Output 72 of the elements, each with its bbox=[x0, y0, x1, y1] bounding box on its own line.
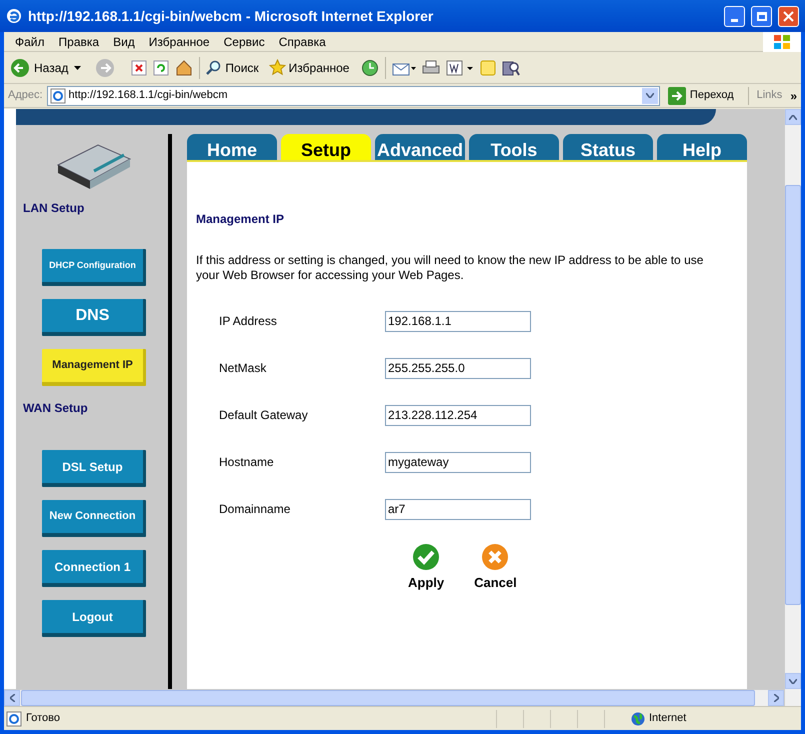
nav-tab[interactable]: Home bbox=[187, 134, 277, 160]
stop-icon[interactable] bbox=[131, 60, 148, 76]
menu-item[interactable]: Файл bbox=[8, 32, 52, 50]
star-icon bbox=[268, 59, 286, 76]
nav-button[interactable]: DNS bbox=[42, 299, 146, 336]
vertical-scrollbar-thumb[interactable] bbox=[785, 185, 801, 605]
research-icon[interactable] bbox=[502, 58, 520, 76]
text-field[interactable]: 255.255.255.0 bbox=[385, 358, 531, 378]
nav-button[interactable]: DHCP Configuration bbox=[42, 249, 146, 286]
history-icon[interactable] bbox=[361, 58, 380, 76]
check-icon bbox=[412, 543, 440, 571]
globe-icon bbox=[631, 712, 645, 726]
text-field[interactable]: 192.168.1.1 bbox=[385, 310, 531, 332]
field-label: NetMask bbox=[218, 360, 268, 377]
nav-button[interactable]: Connection 1 bbox=[42, 550, 146, 587]
text-field[interactable]: mygateway bbox=[385, 452, 531, 472]
nav-button[interactable]: New Connection bbox=[42, 500, 146, 537]
search-icon bbox=[206, 60, 222, 76]
menu-item[interactable]: Справка bbox=[272, 32, 333, 50]
favorites-button[interactable]: Избранное bbox=[268, 58, 350, 76]
field-label: Hostname bbox=[218, 454, 275, 471]
nav-button[interactable]: DSL Setup bbox=[42, 450, 146, 487]
description-text: If this address or setting is changed, you will need to know the new IP address to be able to use your Web Browser for accessing your Web Pages. bbox=[196, 253, 704, 283]
page-icon bbox=[50, 88, 66, 104]
nav-tab[interactable]: Setup bbox=[281, 134, 371, 160]
field-label: IP Address bbox=[218, 313, 278, 330]
nav-button[interactable]: Management IP bbox=[42, 349, 146, 386]
printer-icon[interactable] bbox=[422, 58, 440, 76]
status-text: Готово bbox=[26, 711, 61, 726]
search-button[interactable]: Поиск bbox=[206, 58, 259, 76]
home-icon[interactable] bbox=[175, 58, 194, 76]
refresh-icon[interactable] bbox=[153, 60, 170, 76]
field-label: Domainname bbox=[218, 501, 292, 518]
go-button[interactable]: Переход bbox=[668, 86, 734, 104]
text-field[interactable]: ar7 bbox=[385, 498, 531, 520]
nav-tab[interactable]: Status bbox=[563, 134, 653, 160]
scroll-right-button[interactable] bbox=[768, 690, 784, 706]
menu-item[interactable]: Сервис bbox=[216, 32, 272, 50]
back-button[interactable]: Назад bbox=[10, 58, 68, 78]
section-heading: Management IP bbox=[196, 211, 286, 228]
x-icon bbox=[481, 543, 510, 571]
more-links-button[interactable]: » bbox=[790, 86, 797, 104]
menu-item[interactable]: Избранное bbox=[142, 32, 217, 50]
text-field[interactable]: 213.228.112.254 bbox=[385, 404, 531, 426]
nav-tab[interactable]: Tools bbox=[469, 134, 559, 160]
maximize-button[interactable] bbox=[751, 6, 772, 26]
close-icon bbox=[783, 10, 794, 22]
menu-item[interactable]: Вид bbox=[106, 32, 142, 50]
cancel-button[interactable]: Cancel bbox=[474, 543, 517, 592]
nav-tab[interactable]: Help bbox=[657, 134, 747, 160]
address-label: Адрес: bbox=[8, 88, 43, 104]
field-label: Default Gateway bbox=[218, 407, 309, 424]
scroll-down-button[interactable] bbox=[785, 673, 801, 689]
minimize-button[interactable] bbox=[724, 6, 745, 26]
section-title: WAN Setup bbox=[23, 400, 89, 417]
scroll-up-button[interactable] bbox=[785, 109, 801, 125]
nav-button[interactable]: Logout bbox=[42, 600, 146, 637]
address-field[interactable]: http://192.168.1.1/cgi-bin/webcm bbox=[46, 86, 660, 106]
horizontal-scrollbar-thumb[interactable] bbox=[21, 690, 755, 706]
apply-button[interactable]: Apply bbox=[408, 543, 444, 592]
menu-item[interactable]: Правка bbox=[52, 32, 106, 50]
windows-logo-icon bbox=[763, 32, 801, 52]
nav-tab[interactable]: Advanced bbox=[375, 134, 465, 160]
close-button[interactable] bbox=[778, 6, 799, 26]
zone-text: Internet bbox=[649, 711, 688, 726]
window-title: http://192.168.1.1/cgi-bin/webcm - Microsoft Internet Explorer bbox=[28, 6, 434, 26]
page-icon bbox=[6, 710, 22, 726]
scroll-left-button[interactable] bbox=[4, 690, 20, 706]
edit-icon[interactable] bbox=[446, 58, 474, 76]
dropdown-arrow-icon[interactable] bbox=[74, 66, 82, 70]
browser-icon bbox=[6, 8, 22, 24]
section-title: LAN Setup bbox=[23, 200, 86, 217]
